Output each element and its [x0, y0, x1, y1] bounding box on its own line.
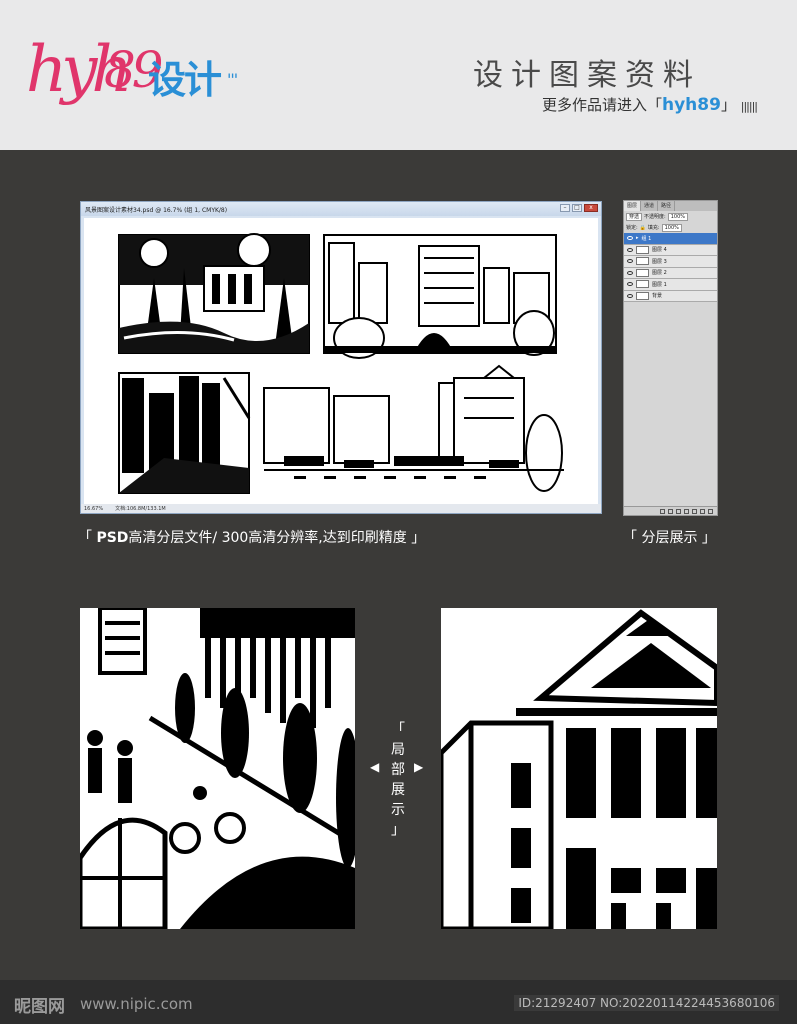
- layer-item-4[interactable]: 图层 4: [624, 244, 717, 256]
- artwork-factory-panel: [118, 372, 251, 494]
- layer-item-group1[interactable]: ▸ 组 1: [624, 233, 717, 245]
- zoom-level[interactable]: 16.67%: [84, 506, 103, 512]
- eye-icon[interactable]: [627, 247, 633, 252]
- psd-caption: 「 PSD高清分层文件/ 300高清分辨率,达到印刷精度 」: [78, 527, 425, 547]
- hyh89-logo[interactable]: hyh 89 设计 ''': [26, 30, 246, 126]
- ps-canvas[interactable]: [84, 218, 598, 504]
- layers-panel-tabs: 图层 通道 路径: [624, 201, 717, 211]
- layer-thumbnail: [636, 245, 649, 254]
- image-id: ID:21292407 NO:20220114224453680106: [514, 995, 779, 1011]
- arrow-right-icon: ▶: [414, 760, 424, 774]
- layer-name: 图层 4: [652, 247, 667, 254]
- layer-name: 图层 1: [652, 281, 667, 288]
- logo-dots: ''': [227, 70, 238, 89]
- minimize-button[interactable]: –: [560, 204, 570, 212]
- layer-style-icon[interactable]: [668, 508, 673, 514]
- nipic-logo[interactable]: 昵图网: [14, 992, 65, 1017]
- eye-icon[interactable]: [627, 270, 633, 275]
- trash-icon[interactable]: [708, 508, 713, 514]
- subtitle-bars: ||||||: [740, 100, 758, 113]
- layer-thumbnail: [636, 257, 649, 266]
- layer-name: 背景: [652, 293, 663, 300]
- lock-label: 锁定:: [626, 225, 638, 231]
- detail-caption-char1: 局: [391, 742, 405, 758]
- psd-caption-bold: PSD: [96, 530, 129, 546]
- tab-channels[interactable]: 通道: [641, 201, 659, 211]
- artwork-trees-panel: [118, 233, 310, 354]
- layer-name: 图层 2: [652, 270, 667, 277]
- psd-caption-text: 高清分层文件/ 300高清分辨率,达到印刷精度 」: [128, 530, 426, 546]
- page-title: 设计图案资料: [473, 58, 701, 93]
- link-layers-icon[interactable]: [660, 508, 665, 514]
- detail-caption-open: 「: [391, 722, 405, 738]
- layer-item-1[interactable]: 图层 1: [624, 279, 717, 291]
- detail-caption-char2: 部: [391, 762, 405, 778]
- blend-mode-select[interactable]: 穿透: [626, 212, 643, 221]
- tab-paths[interactable]: 路径: [658, 201, 676, 211]
- detail-caption-close: 」: [391, 822, 405, 838]
- layer-item-3[interactable]: 图层 3: [624, 256, 717, 268]
- new-group-icon[interactable]: [692, 508, 697, 514]
- tab-layers[interactable]: 图层: [624, 201, 642, 211]
- lock-row: 锁定: 🔒 填充: 100%: [624, 222, 717, 233]
- adjustment-icon[interactable]: [684, 508, 689, 514]
- subtitle-suffix: 」: [720, 96, 736, 114]
- psd-caption-open: 「: [78, 530, 97, 546]
- footer: 昵图网 www.nipic.com ID:21292407 NO:2022011…: [0, 980, 797, 1024]
- eye-icon[interactable]: [627, 282, 633, 287]
- new-layer-icon[interactable]: [700, 508, 705, 514]
- photoshop-document-window[interactable]: 风景图案设计素材34.psd @ 16.7% (组 1, CMYK/8) – □…: [80, 201, 602, 514]
- artwork-city-panel: [323, 234, 557, 359]
- arrow-left-icon: ◀: [370, 760, 380, 774]
- woodcut-artwork: [118, 233, 564, 494]
- fill-field[interactable]: 100%: [661, 223, 682, 232]
- layer-thumbnail: [636, 268, 649, 277]
- layer-name: 组 1: [641, 235, 652, 242]
- close-button[interactable]: x: [584, 204, 598, 212]
- document-size: 文档:106.8M/133.1M: [115, 506, 166, 512]
- page-subtitle: 更多作品请进入「hyh89」 ||||||: [541, 94, 758, 115]
- fill-label: 填充:: [647, 225, 660, 231]
- layer-name: 图层 3: [652, 258, 667, 265]
- opacity-field[interactable]: 100%: [667, 212, 688, 221]
- eye-icon[interactable]: [627, 236, 633, 241]
- detail-image-left: [80, 608, 355, 929]
- layer-thumbnail: [636, 291, 649, 300]
- detail-caption-char4: 示: [391, 802, 405, 818]
- window-controls: – □ x: [560, 204, 598, 212]
- nipic-url[interactable]: www.nipic.com: [80, 995, 193, 1013]
- detail-building-artwork: [441, 608, 717, 929]
- subtitle-prefix: 更多作品请进入「: [541, 96, 662, 114]
- layer-item-background[interactable]: 背景: [624, 290, 717, 302]
- detail-crowd-artwork: [80, 608, 355, 929]
- layers-panel[interactable]: 图层 通道 路径 穿透 不透明度: 100% 锁定: 🔒 填充: 100% ▸ …: [623, 200, 718, 516]
- mask-icon[interactable]: [676, 508, 681, 514]
- artwork-street-panel: [263, 364, 564, 492]
- layer-thumbnail: [636, 280, 649, 289]
- detail-image-right: [441, 608, 717, 929]
- eye-icon[interactable]: [627, 293, 633, 298]
- layer-list: ▸ 组 1 图层 4 图层 3 图层 2 图层 1 背景: [624, 233, 717, 302]
- ps-titlebar[interactable]: 风景图案设计素材34.psd @ 16.7% (组 1, CMYK/8) – □…: [81, 202, 601, 216]
- logo-chinese: 设计: [148, 58, 222, 102]
- detail-caption-char3: 展: [391, 782, 405, 798]
- subtitle-link[interactable]: hyh89: [662, 95, 721, 115]
- ps-window-title: 风景图案设计素材34.psd @ 16.7% (组 1, CMYK/8): [85, 206, 228, 214]
- blend-row: 穿透 不透明度: 100%: [624, 211, 717, 222]
- maximize-button[interactable]: □: [572, 204, 582, 212]
- layers-caption: 「 分层展示 」: [623, 530, 716, 546]
- layers-panel-toolbar: [624, 506, 717, 515]
- ps-status-bar: 16.67% 文档:106.8M/133.1M: [81, 504, 601, 513]
- layer-item-2[interactable]: 图层 2: [624, 267, 717, 279]
- folder-icon: ▸: [636, 235, 639, 242]
- opacity-label: 不透明度:: [644, 214, 666, 220]
- detail-caption: 「 局 部 展 示 」: [388, 720, 408, 840]
- lock-icon[interactable]: 🔒: [640, 225, 646, 231]
- eye-icon[interactable]: [627, 259, 633, 264]
- header: hyh 89 设计 ''' 设计图案资料 更多作品请进入「hyh89」 ||||…: [0, 0, 797, 150]
